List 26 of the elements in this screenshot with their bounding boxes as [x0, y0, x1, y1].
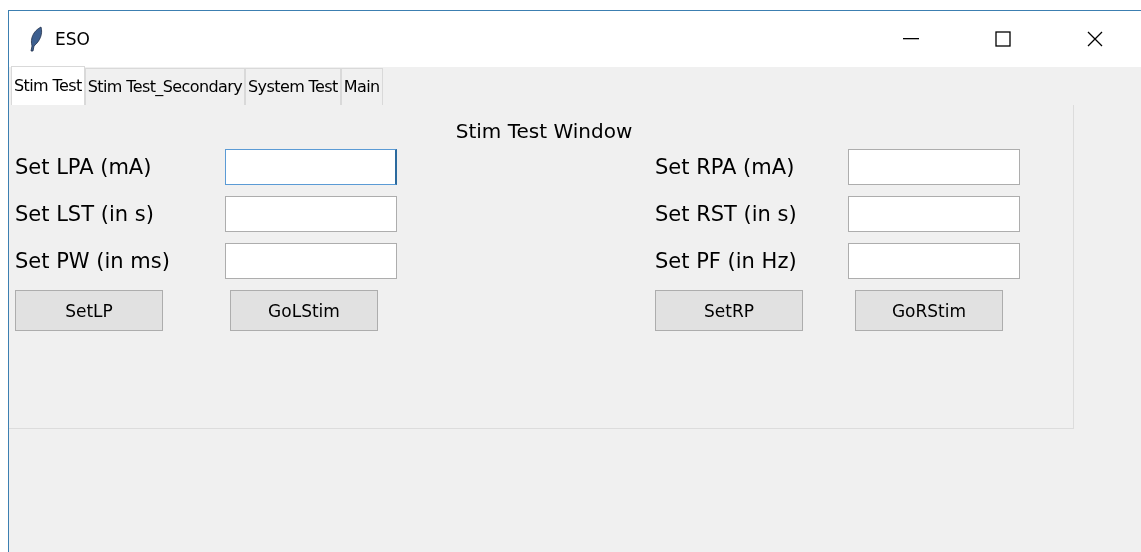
- minimize-icon[interactable]: [903, 38, 919, 40]
- input-field[interactable]: [225, 196, 397, 232]
- input-field[interactable]: [848, 243, 1020, 279]
- tab[interactable]: Main: [340, 68, 383, 105]
- field-label: Set RST (in s): [655, 202, 798, 226]
- tab[interactable]: Stim Test_Secondary: [84, 68, 246, 105]
- field-label: Set LPA (mA): [15, 155, 153, 179]
- window-title: ESO: [55, 29, 91, 49]
- tab[interactable]: Stim Test: [11, 66, 85, 105]
- maximize-icon[interactable]: [995, 31, 1011, 47]
- field-label: Set LST (in s): [15, 202, 155, 226]
- field-label: Set RPA (mA): [655, 155, 796, 179]
- feather-icon: [29, 26, 43, 52]
- input-field[interactable]: [225, 149, 397, 185]
- action-button[interactable]: SetRP: [655, 290, 803, 331]
- input-field[interactable]: [848, 149, 1020, 185]
- action-button[interactable]: SetLP: [15, 290, 163, 331]
- field-label: Set PW (in ms): [15, 249, 171, 273]
- action-button[interactable]: GoRStim: [855, 290, 1003, 331]
- action-button[interactable]: GoLStim: [230, 290, 378, 331]
- tab[interactable]: System Test: [245, 68, 341, 105]
- field-label: Set PF (in Hz): [655, 249, 798, 273]
- panel-heading: Stim Test Window: [454, 119, 634, 143]
- close-icon[interactable]: [1087, 31, 1103, 47]
- input-field[interactable]: [225, 243, 397, 279]
- input-field[interactable]: [848, 196, 1020, 232]
